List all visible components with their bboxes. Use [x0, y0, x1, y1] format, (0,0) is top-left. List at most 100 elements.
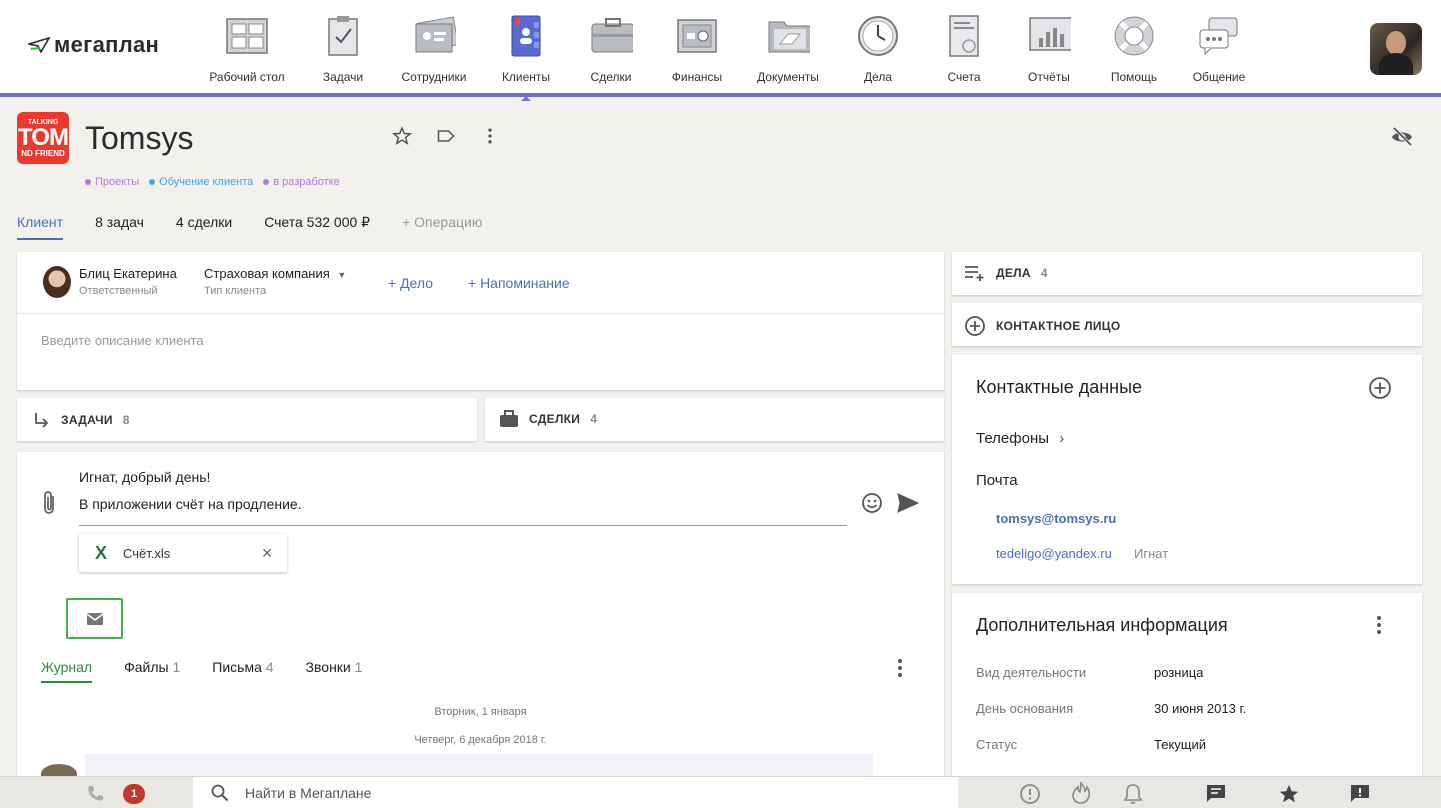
contact-data-card: Контактные данные Телефоны › Почта tomsy…: [952, 355, 1422, 584]
nav-item-help[interactable]: Помощь: [1089, 14, 1179, 84]
email-link[interactable]: tomsys@tomsys.ru: [996, 511, 1116, 526]
alert-circle-icon[interactable]: [1019, 783, 1041, 808]
documents-icon: [766, 14, 810, 58]
global-search[interactable]: Найти в Мегаплане: [193, 777, 958, 808]
client-type-value: Страховая компания: [204, 266, 330, 281]
tab-journal[interactable]: Журнал: [41, 659, 93, 683]
add-contact-icon[interactable]: [1368, 376, 1392, 403]
remove-attachment-icon[interactable]: ✕: [261, 545, 273, 562]
messages-icon[interactable]: [1206, 784, 1226, 807]
phones-row[interactable]: Телефоны ›: [976, 430, 1064, 447]
header-actions: [380, 126, 512, 152]
nav-item-employees[interactable]: Сотрудники: [389, 14, 479, 84]
responsible-role: Ответственный: [79, 285, 158, 297]
client-tags: Проекты Обучение клиента в разработке: [85, 176, 340, 188]
tab-tasks[interactable]: 8 задач: [95, 214, 144, 240]
bottom-bar: 1 Найти в Мегаплане: [0, 776, 1441, 808]
tab-add-operation[interactable]: + Операцию: [402, 214, 482, 240]
responsible-name[interactable]: Блиц Екатерина: [79, 266, 177, 281]
phone-icon[interactable]: [86, 785, 104, 806]
email-toggle-button[interactable]: [66, 598, 123, 639]
client-type-select[interactable]: Страховая компания ▼: [204, 266, 346, 281]
nav-item-cases[interactable]: Дела: [833, 14, 923, 84]
responsible-row: Блиц Екатерина Ответственный Страховая к…: [17, 252, 944, 314]
missed-calls-badge[interactable]: 1: [123, 784, 145, 804]
attachment-chip[interactable]: X Счёт.xls ✕: [79, 534, 287, 572]
paperclip-icon[interactable]: [41, 490, 59, 519]
info-value: розница: [1154, 665, 1204, 680]
tab-label: Журнал: [41, 659, 93, 675]
tab-invoices[interactable]: Счета 532 000 ₽: [264, 214, 370, 240]
search-icon: [211, 784, 229, 802]
client-type-label: Тип клиента: [204, 285, 267, 297]
envelope-icon: [86, 612, 103, 625]
bell-icon[interactable]: [1123, 783, 1143, 808]
extra-info-more-icon[interactable]: [1372, 615, 1386, 638]
nav-item-documents[interactable]: Документы: [743, 14, 833, 84]
tag-item[interactable]: Обучение клиента: [149, 176, 253, 188]
dashboard-icon: [225, 14, 269, 58]
add-case-button[interactable]: + Дело: [388, 275, 433, 291]
client-tabs: Клиент 8 задач 4 сделки Счета 532 000 ₽ …: [17, 214, 482, 240]
email-link[interactable]: tedeligo@yandex.ru: [996, 546, 1112, 561]
add-reminder-button[interactable]: + Напоминание: [468, 275, 570, 291]
send-icon[interactable]: [897, 493, 920, 516]
info-row: Статус Текущий: [976, 737, 1206, 752]
feedback-icon[interactable]: [1350, 784, 1370, 807]
nav-item-deals[interactable]: Сделки: [566, 14, 656, 84]
invoice-icon: [942, 14, 986, 58]
info-key: Статус: [976, 737, 1018, 752]
message-input[interactable]: Игнат, добрый день! В приложении счёт на…: [79, 464, 847, 518]
chat-icon: [1197, 14, 1241, 58]
nav-label: Сотрудники: [401, 70, 467, 84]
nav-label: Документы: [757, 70, 819, 84]
tag-item[interactable]: в разработке: [263, 176, 340, 188]
cases-count: 4: [1040, 266, 1048, 280]
tab-deals[interactable]: 4 сделки: [176, 214, 232, 240]
tasks-icon: [321, 14, 365, 58]
cases-section[interactable]: ДЕЛА 4: [952, 252, 1422, 295]
client-logo-text-mid: TOM: [18, 123, 69, 151]
briefcase-icon: [500, 410, 518, 427]
nav-item-chat[interactable]: Общение: [1174, 14, 1264, 84]
input-underline: [79, 525, 847, 526]
info-key: Вид деятельности: [976, 665, 1087, 680]
journal-more-icon[interactable]: [893, 658, 907, 681]
nav-item-reports[interactable]: Отчёты: [1004, 14, 1094, 84]
nav-label: Дела: [863, 70, 893, 84]
emoji-icon[interactable]: [861, 492, 883, 517]
nav-item-clients[interactable]: Клиенты: [481, 14, 571, 84]
nav-label: Клиенты: [501, 70, 551, 84]
tab-letters[interactable]: Письма 4: [212, 659, 273, 683]
description-field[interactable]: Введите описание клиента: [41, 333, 204, 348]
more-vertical-icon[interactable]: [468, 126, 512, 152]
deals-count: 4: [590, 412, 598, 426]
dropdown-arrow-icon: ▼: [337, 270, 347, 280]
deals-section[interactable]: СДЕЛКИ 4: [485, 398, 944, 441]
favorites-star-icon[interactable]: [1278, 783, 1300, 808]
journal-card: Игнат, добрый день! В приложении счёт на…: [17, 452, 944, 782]
nav-item-finance[interactable]: Финансы: [652, 14, 742, 84]
nav-item-dashboard[interactable]: Рабочий стол: [202, 14, 292, 84]
nav-item-invoices[interactable]: Счета: [919, 14, 1009, 84]
tab-files[interactable]: Файлы 1: [124, 659, 180, 683]
fire-icon[interactable]: [1071, 780, 1091, 807]
tag-item[interactable]: Проекты: [85, 176, 139, 188]
tasks-section[interactable]: ЗАДАЧИ 8: [17, 398, 477, 441]
nav-item-tasks[interactable]: Задачи: [298, 14, 388, 84]
nav-label: Общение: [1192, 70, 1246, 84]
nav-label: Финансы: [671, 70, 723, 84]
nav-label: Рабочий стол: [209, 70, 285, 84]
subtask-arrow-icon: [35, 413, 49, 428]
tab-calls[interactable]: Звонки 1: [306, 659, 363, 683]
user-avatar[interactable]: [1370, 23, 1422, 75]
add-circle-icon: [965, 316, 985, 336]
contact-person-section[interactable]: КОНТАКТНОЕ ЛИЦО: [952, 303, 1422, 346]
star-icon[interactable]: [380, 126, 424, 152]
tag-icon[interactable]: [424, 126, 468, 152]
tab-client[interactable]: Клиент: [17, 214, 64, 240]
nav-label: Помощь: [1110, 70, 1158, 84]
tab-count: 4: [265, 659, 274, 675]
hide-eye-icon[interactable]: [1390, 125, 1414, 155]
extra-info-card: Дополнительная информация Вид деятельнос…: [952, 593, 1422, 783]
